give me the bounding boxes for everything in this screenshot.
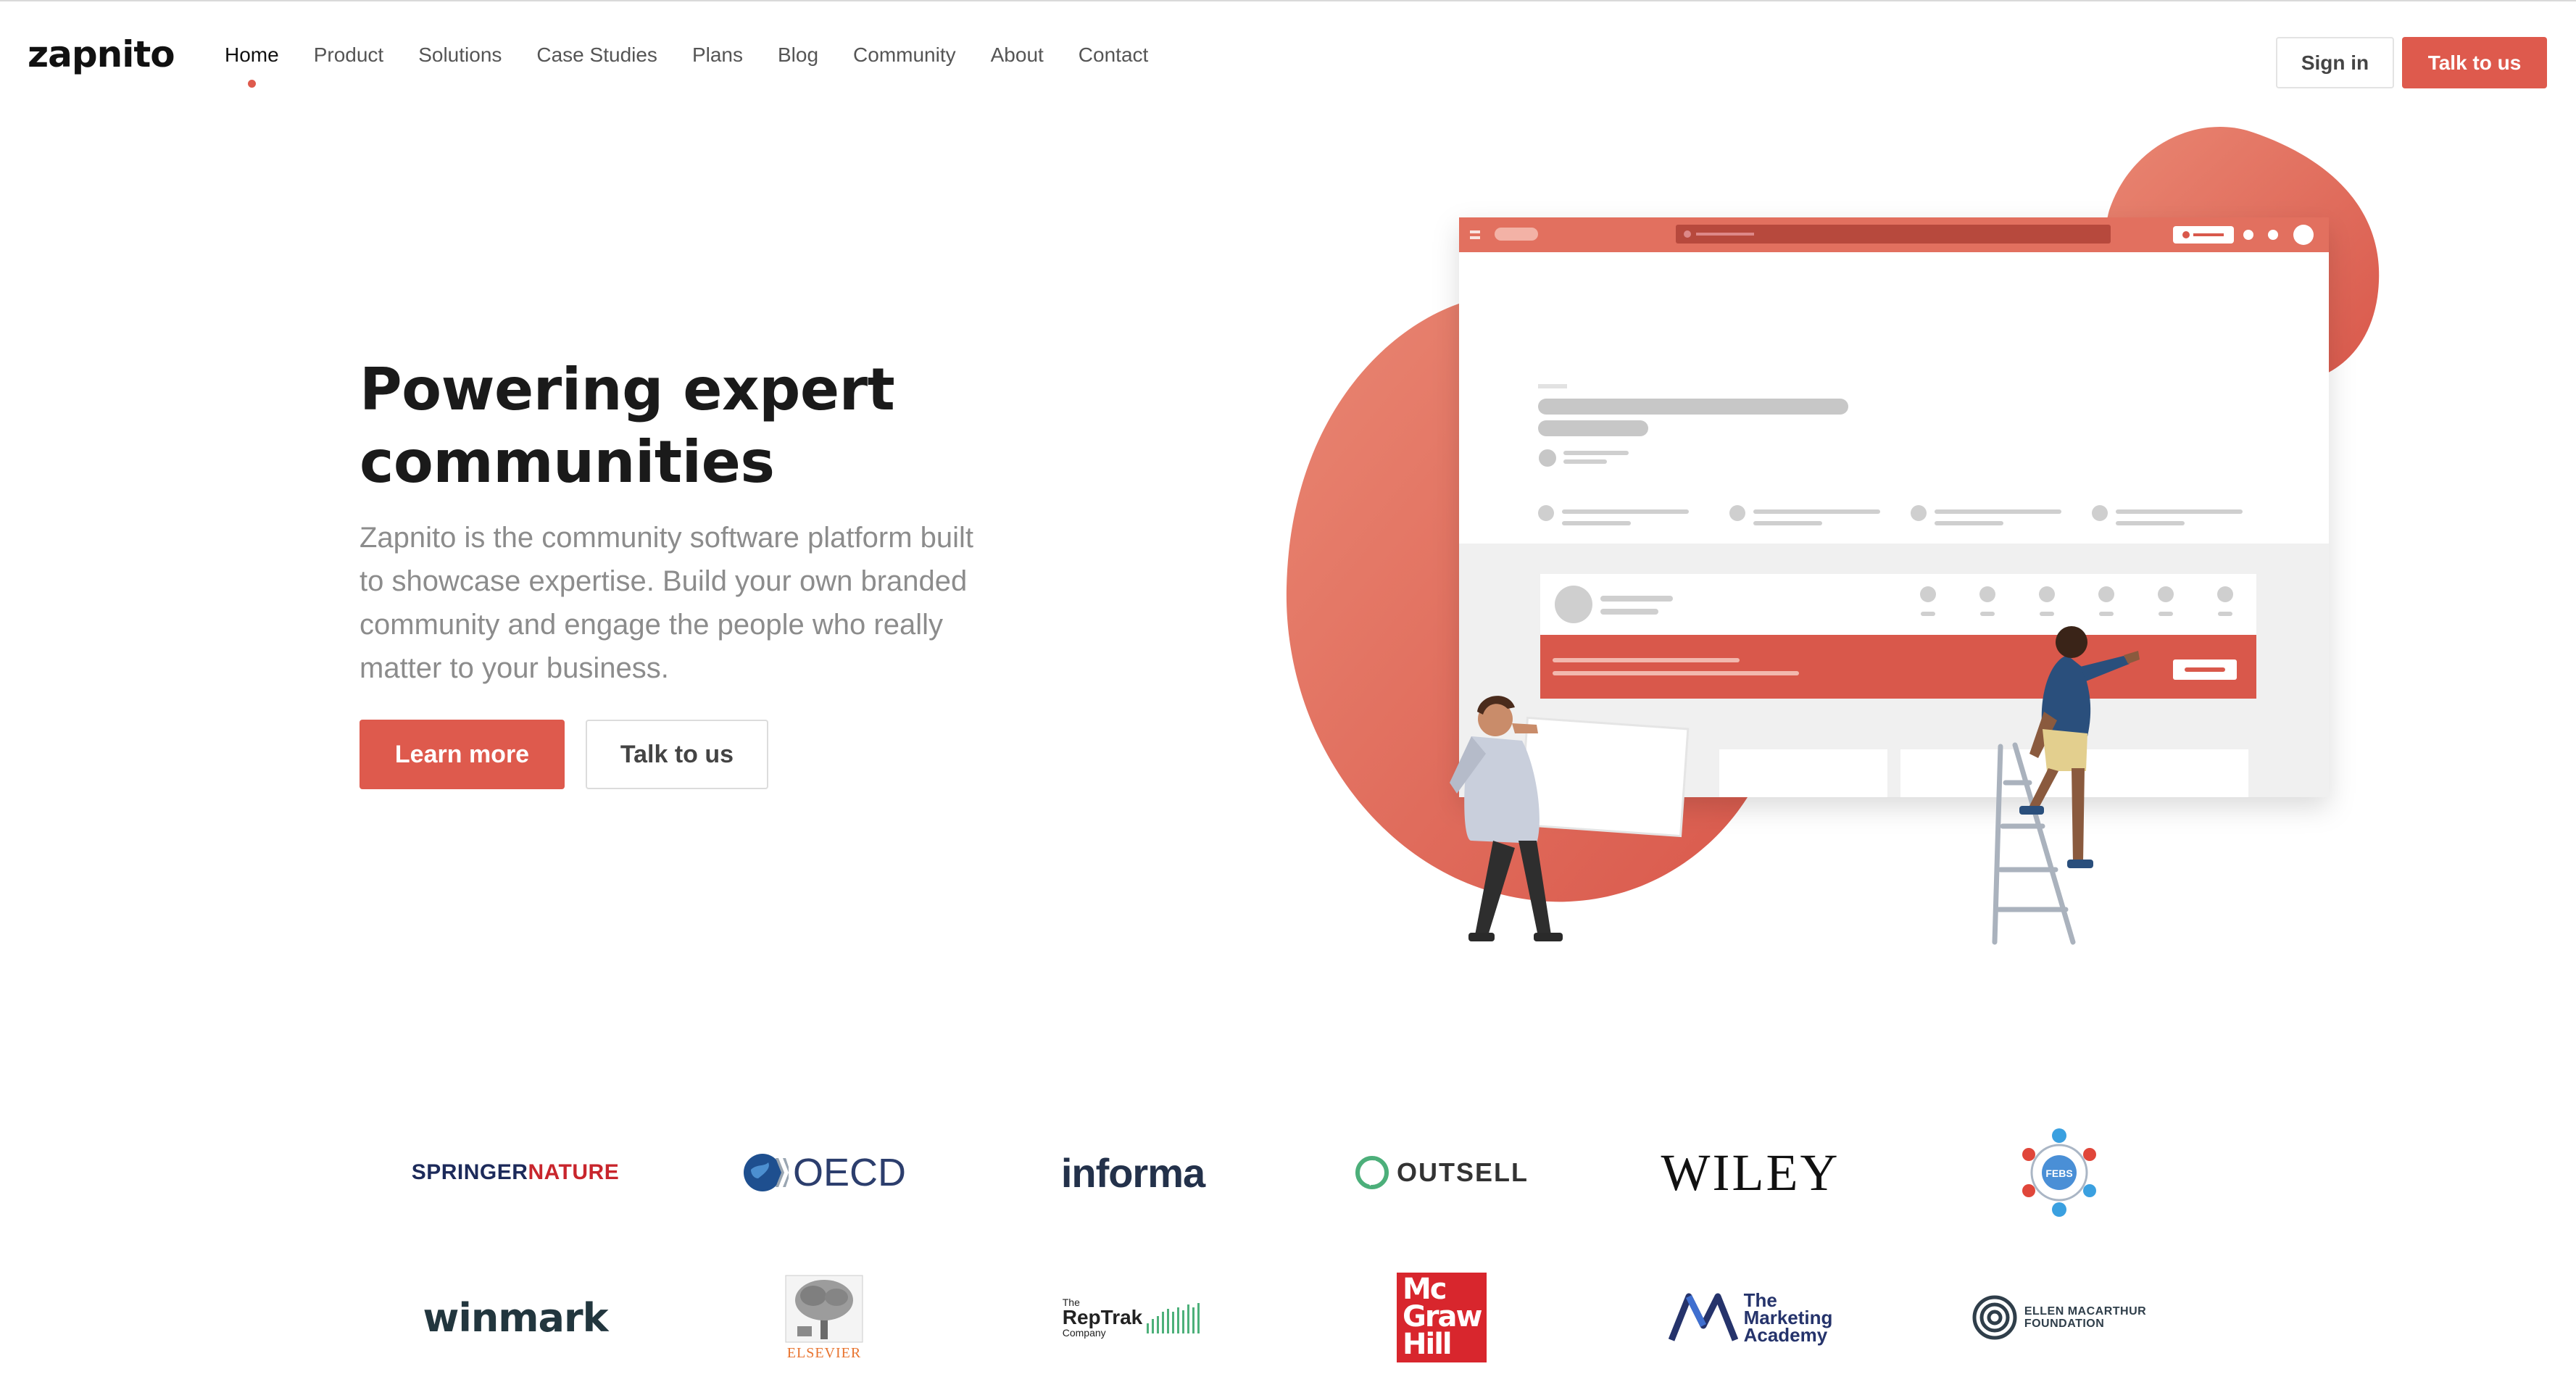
nav-item-label: Product	[313, 43, 384, 66]
learn-more-button[interactable]: Learn more	[360, 720, 565, 789]
logo-text: ELSEVIER	[786, 1344, 862, 1361]
logo-text: OECD	[792, 1151, 906, 1194]
logo-text: winmark	[423, 1294, 608, 1341]
nav-item-solutions[interactable]: Solutions	[418, 43, 502, 67]
logo-text: Mc	[1403, 1273, 1447, 1306]
client-logo-oecd: OECD	[705, 1122, 944, 1223]
logo-text: WILEY	[1661, 1143, 1840, 1202]
logo-text: FEBS	[2045, 1168, 2072, 1179]
client-logo-winmark: winmark	[396, 1267, 635, 1368]
nav-item-home[interactable]: Home	[225, 43, 279, 88]
logo-text: Hill	[1403, 1328, 1453, 1361]
nav-item-blog[interactable]: Blog	[778, 43, 818, 67]
febs-network-icon: FEBS	[2022, 1128, 2096, 1217]
client-logo-ellen-macarthur: ELLEN MACARTHUR FOUNDATION	[1940, 1267, 2179, 1368]
reptrak-bars-icon	[1147, 1303, 1200, 1333]
client-logo-elsevier: ELSEVIER	[705, 1267, 944, 1368]
nav-item-label: Plans	[691, 43, 743, 66]
client-logo-wiley: WILEY	[1631, 1122, 1870, 1223]
oecd-globe-icon	[743, 1154, 789, 1191]
header-talk-to-us-button[interactable]: Talk to us	[2402, 37, 2547, 88]
logo-text: Company	[1062, 1327, 1106, 1339]
nav-item-case-studies[interactable]: Case Studies	[536, 43, 657, 67]
top-border	[0, 0, 2576, 1]
logo-text: RepTrak	[1062, 1306, 1143, 1328]
active-indicator-dot	[248, 80, 257, 88]
elsevier-tree-icon	[785, 1275, 863, 1342]
nav-item-label: About	[990, 43, 1044, 66]
hero-title: Powering expert communities	[360, 354, 1012, 499]
logo-text: OUTSELL	[1397, 1157, 1529, 1187]
client-logo-outsell: OUTSELL	[1322, 1122, 1561, 1223]
nav-item-community[interactable]: Community	[853, 43, 956, 67]
main-nav: Home Product Solutions Case Studies Plan…	[225, 43, 1183, 88]
nav-item-label: Blog	[777, 43, 819, 66]
nav-item-label: Case Studies	[536, 43, 657, 66]
hero-talk-to-us-button[interactable]: Talk to us	[586, 720, 768, 789]
logo-text: Academy	[1743, 1324, 1828, 1346]
logo-text: NATURE	[528, 1160, 620, 1184]
nav-item-contact[interactable]: Contact	[1079, 43, 1149, 67]
client-logo-reptrak: The RepTrak Company	[1013, 1267, 1252, 1368]
hero-illustration	[1286, 126, 2380, 945]
logo-text: informa	[1060, 1149, 1205, 1196]
nav-item-label: Contact	[1078, 43, 1149, 66]
hero-description: Zapnito is the community software platfo…	[360, 522, 974, 684]
outsell-mark-icon	[1355, 1156, 1389, 1189]
client-logo-mcgraw-hill: Mc Graw Hill	[1322, 1267, 1561, 1368]
nav-item-label: Community	[853, 43, 956, 66]
carried-panel	[1518, 716, 1690, 838]
emf-circles-icon	[1972, 1295, 2017, 1340]
browser-mockup	[1459, 217, 2329, 797]
logo-text: FOUNDATION	[2024, 1318, 2105, 1330]
client-logo-febs: FEBS	[1940, 1122, 2179, 1223]
nav-item-label: Solutions	[418, 43, 502, 66]
client-logo-springer-nature: SPRINGERNATURE	[396, 1122, 635, 1223]
nav-item-about[interactable]: About	[991, 43, 1044, 67]
site-logo[interactable]: zapnito	[28, 33, 175, 75]
nav-item-label: Home	[225, 43, 279, 66]
hero-title-line: Powering expert	[360, 356, 895, 423]
logo-text: Graw	[1403, 1300, 1483, 1333]
logo-text: SPRINGER	[411, 1160, 528, 1184]
sign-in-button[interactable]: Sign in	[2276, 37, 2394, 88]
hero-title-line: communities	[360, 428, 775, 496]
logo-text: ELLEN MACARTHUR	[2024, 1305, 2147, 1318]
marketing-academy-mark-icon	[1668, 1293, 1738, 1341]
nav-item-product[interactable]: Product	[314, 43, 384, 67]
client-logo-informa: informa	[1013, 1122, 1252, 1223]
client-logo-marketing-academy: The Marketing Academy	[1631, 1267, 1870, 1368]
nav-item-plans[interactable]: Plans	[692, 43, 743, 67]
